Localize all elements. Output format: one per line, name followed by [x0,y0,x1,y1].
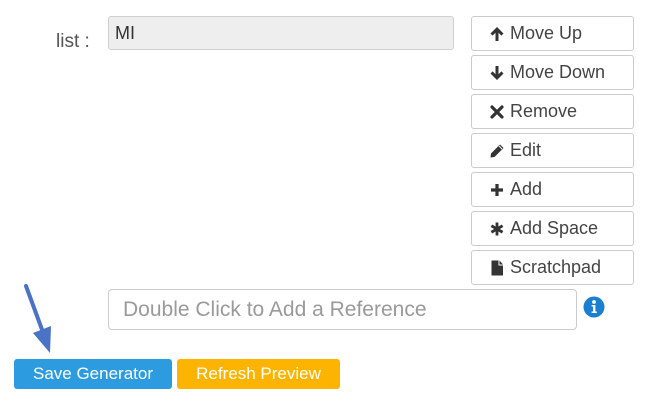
add-space-label: Add Space [510,218,599,238]
move-up-button[interactable]: Move Up [471,16,634,51]
add-button[interactable]: Add [471,172,634,207]
move-down-button[interactable]: Move Down [471,55,634,90]
remove-icon [488,103,506,121]
save-generator-button[interactable]: Save Generator [14,359,172,389]
edit-button[interactable]: Edit [471,133,634,168]
edit-label: Edit [510,140,542,160]
list-label: list : [56,31,90,52]
move-down-label: Move Down [510,62,606,82]
move-up-label: Move Up [510,23,583,43]
file-icon [488,259,506,277]
remove-button[interactable]: Remove [471,94,634,129]
scratchpad-label: Scratchpad [510,257,602,277]
arrow-down-icon [488,64,506,82]
refresh-preview-button[interactable]: Refresh Preview [177,359,340,389]
scratchpad-button[interactable]: Scratchpad [471,250,634,285]
reference-input[interactable] [108,289,577,330]
info-icon[interactable] [583,296,605,318]
list-box[interactable]: MI [108,16,454,50]
pointer-arrow-icon [24,284,51,353]
add-space-button[interactable]: Add Space [471,211,634,246]
remove-label: Remove [510,101,578,121]
arrow-up-icon [488,25,506,43]
pencil-icon [488,142,506,160]
list-action-buttons: Move Up Move Down Remove Edit Add Add Sp… [471,16,634,289]
list-item[interactable]: MI [115,22,447,44]
asterisk-icon [488,220,506,238]
add-label: Add [510,179,543,199]
plus-icon [488,181,506,199]
